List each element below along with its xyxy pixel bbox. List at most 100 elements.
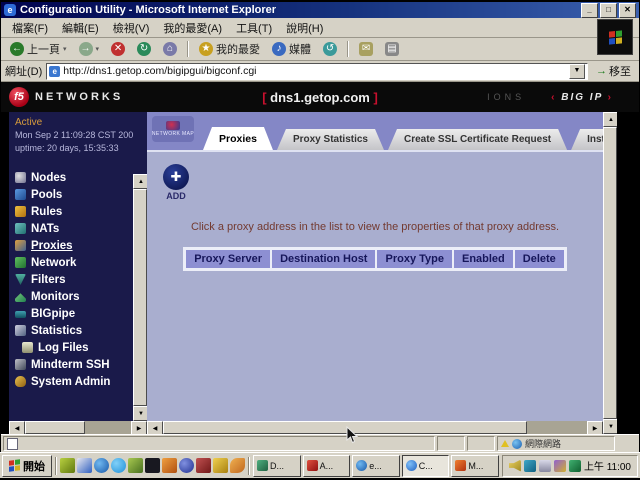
- browser-toolbar: ← 上一頁 ▾ → ▾ ✕ ↻ ⌂ ★ 我的最愛 ♪ 媒體 ↺: [1, 38, 639, 61]
- sidebar-item-statistics[interactable]: Statistics: [15, 324, 133, 337]
- refresh-button[interactable]: ↻: [132, 41, 156, 57]
- bracket-open: [: [262, 90, 266, 105]
- sidebar-scroll-thumb[interactable]: [133, 189, 147, 406]
- quick-launch-icon-5[interactable]: [128, 458, 143, 473]
- task-icon-2: [307, 460, 318, 471]
- tab-install-ssl-certificate[interactable]: Install SSL Certif: [571, 129, 603, 150]
- history-button[interactable]: ↺: [318, 41, 342, 57]
- sidebar: Active Mon Sep 2 11:09:28 CST 2002 uptim…: [9, 112, 133, 421]
- mail-icon: ✉: [359, 42, 373, 56]
- sidebar-hscroll-thumb[interactable]: [25, 421, 85, 434]
- header-right: IONS ‹ BIG IP ›: [487, 92, 613, 103]
- menu-tools[interactable]: 工具(T): [229, 18, 279, 38]
- task-button-1[interactable]: D...: [253, 455, 301, 477]
- quick-launch-icon-11[interactable]: [230, 458, 245, 473]
- quick-launch-icon-9[interactable]: [196, 458, 211, 473]
- tabs: Proxies Proxy Statistics Create SSL Cert…: [203, 127, 603, 150]
- mail-button[interactable]: ✉: [354, 41, 378, 57]
- go-arrow-icon: →: [596, 65, 607, 77]
- status-message-segment: [3, 436, 435, 451]
- stop-button[interactable]: ✕: [106, 41, 130, 57]
- sidebar-item-rules[interactable]: Rules: [15, 205, 133, 218]
- tray-app-icon[interactable]: [554, 460, 566, 472]
- tab-create-ssl-certificate-request[interactable]: Create SSL Certificate Request: [388, 129, 567, 150]
- taskbar-clock[interactable]: 上午 11:00: [584, 458, 631, 473]
- monitors-icon: [15, 291, 26, 302]
- tab-proxies[interactable]: Proxies: [203, 127, 273, 150]
- main-horizontal-scrollbar[interactable]: ◀ ▶: [147, 421, 603, 434]
- media-icon: ♪: [272, 42, 286, 56]
- minimize-button[interactable]: _: [581, 3, 598, 18]
- windows-flag-icon: [609, 30, 622, 44]
- sidebar-vertical-scrollbar[interactable]: ▲ ▼: [133, 112, 147, 421]
- quick-launch-icon-10[interactable]: [213, 458, 228, 473]
- start-button[interactable]: 開始: [2, 455, 52, 477]
- tray-flag-icon[interactable]: [524, 460, 536, 472]
- sidebar-item-system-admin[interactable]: System Admin: [15, 375, 133, 388]
- quick-launch-icon-7[interactable]: [162, 458, 177, 473]
- forward-button[interactable]: → ▾: [74, 41, 105, 57]
- address-dropdown-icon[interactable]: ▼: [569, 64, 585, 79]
- quick-launch-icon-3[interactable]: [94, 458, 109, 473]
- sidebar-horizontal-scrollbar[interactable]: ◀ ▶: [9, 421, 147, 434]
- tray-network-icon[interactable]: [569, 460, 581, 472]
- sidebar-item-mindterm-ssh[interactable]: Mindterm SSH: [15, 358, 133, 371]
- quick-launch-icon-6[interactable]: [145, 458, 160, 473]
- task-button-3[interactable]: e...: [352, 455, 400, 477]
- bracket-close: ]: [373, 90, 377, 105]
- network-map-button[interactable]: NETWORK MAP: [152, 116, 194, 142]
- print-button[interactable]: ▤: [380, 41, 404, 57]
- system-tray: 上午 11:00: [502, 455, 638, 477]
- task-button-4-active[interactable]: C...: [402, 455, 450, 477]
- back-button[interactable]: ← 上一頁 ▾: [5, 40, 72, 58]
- sidebar-item-proxies[interactable]: Proxies: [15, 239, 133, 252]
- quick-launch-icon-8[interactable]: [179, 458, 194, 473]
- toolbar-separator: [347, 41, 349, 57]
- home-button[interactable]: ⌂: [158, 41, 182, 57]
- sidebar-item-filters[interactable]: Filters: [15, 273, 133, 286]
- sidebar-item-bigpipe[interactable]: BIGpipe: [15, 307, 133, 320]
- main-hscroll-thumb[interactable]: [163, 421, 527, 434]
- menu-view[interactable]: 檢視(V): [106, 18, 157, 38]
- main-vertical-scrollbar[interactable]: ▲ ▼: [603, 112, 617, 434]
- task-button-2[interactable]: A...: [303, 455, 351, 477]
- tab-proxy-statistics[interactable]: Proxy Statistics: [277, 129, 384, 150]
- menu-edit[interactable]: 編輯(E): [55, 18, 106, 38]
- col-proxy-type: Proxy Type: [377, 250, 452, 268]
- volume-icon[interactable]: [509, 460, 521, 472]
- maximize-button[interactable]: □: [600, 3, 617, 18]
- system-uptime: uptime: 20 days, 15:35:33: [15, 143, 133, 153]
- go-button[interactable]: → 移至: [592, 63, 635, 79]
- main-scroll-thumb[interactable]: [603, 127, 617, 419]
- media-button[interactable]: ♪ 媒體: [267, 40, 316, 58]
- quick-launch-icon-2[interactable]: [77, 458, 92, 473]
- quick-launch-icon-4[interactable]: [111, 458, 126, 473]
- history-icon: ↺: [323, 42, 337, 56]
- sidebar-item-monitors[interactable]: Monitors: [15, 290, 133, 303]
- proxies-icon: [15, 240, 26, 251]
- document-icon: [7, 438, 18, 450]
- back-dropdown-icon[interactable]: ▾: [63, 45, 67, 53]
- col-enabled: Enabled: [454, 250, 513, 268]
- sidebar-item-nodes[interactable]: Nodes: [15, 171, 133, 184]
- taskbar-separator: [248, 457, 250, 475]
- sidebar-item-nats[interactable]: NATs: [15, 222, 133, 235]
- forward-dropdown-icon[interactable]: ▾: [96, 45, 100, 53]
- menu-help[interactable]: 說明(H): [279, 18, 330, 38]
- sidebar-item-log-files[interactable]: Log Files: [15, 341, 133, 354]
- log-files-icon: [22, 342, 33, 353]
- sidebar-item-network[interactable]: Network: [15, 256, 133, 269]
- sidebar-nav: Nodes Pools Rules NATs: [15, 171, 133, 388]
- menu-favorites[interactable]: 我的最愛(A): [156, 18, 229, 38]
- add-proxy-button[interactable]: ✚ ADD: [163, 164, 189, 201]
- close-button[interactable]: ✕: [619, 3, 636, 18]
- menu-file[interactable]: 檔案(F): [5, 18, 55, 38]
- sidebar-item-pools[interactable]: Pools: [15, 188, 133, 201]
- address-input[interactable]: [63, 65, 569, 77]
- task-button-5[interactable]: M...: [451, 455, 499, 477]
- tray-window-icon[interactable]: [539, 460, 551, 472]
- quick-launch-icon-1[interactable]: [60, 458, 75, 473]
- refresh-icon: ↻: [137, 42, 151, 56]
- favorites-button[interactable]: ★ 我的最愛: [194, 40, 265, 58]
- mouse-cursor: [346, 426, 358, 449]
